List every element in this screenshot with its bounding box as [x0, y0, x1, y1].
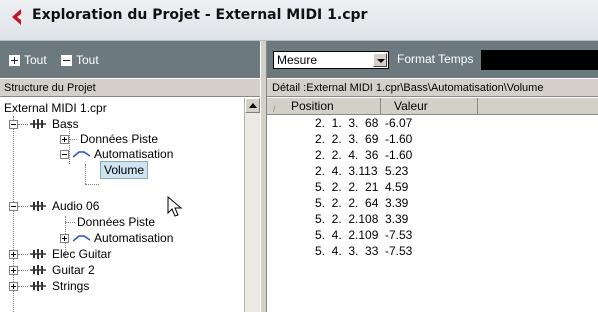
automation-icon [73, 235, 90, 242]
row-value: -6.07 [385, 116, 413, 130]
structure-panel: Tout Tout Structure du Projet External M… [0, 41, 265, 312]
scroll-up-button[interactable] [245, 98, 260, 113]
expand-all-label: Tout [24, 53, 47, 67]
table-row[interactable]: 2. 4. 3.113 5.23 [267, 163, 598, 179]
tree-item-elec-guitar[interactable]: Elec Guitar [52, 246, 111, 262]
display-format-value: Mesure [277, 53, 318, 67]
automation-icon [73, 151, 90, 158]
table-row[interactable]: 5. 2. 2. 64 3.39 [267, 195, 598, 211]
row-position: 5. 2. 2. 64 [315, 196, 379, 210]
collapse-all-label: Tout [76, 53, 99, 67]
table-row[interactable]: 2. 2. 3. 69 -1.60 [267, 131, 598, 147]
tree-root[interactable]: External MIDI 1.cpr [4, 100, 107, 116]
column-value-label: Valeur [394, 99, 428, 113]
row-value: 4.59 [385, 180, 409, 194]
row-value: -1.60 [385, 132, 413, 146]
tree-item-track-data[interactable]: Données Piste [80, 131, 158, 147]
collapse-audio-icon[interactable] [9, 202, 18, 211]
column-value[interactable]: Valeur [381, 98, 478, 114]
app-logo-icon [12, 9, 21, 25]
row-position: 2. 2. 4. 36 [315, 148, 379, 162]
project-tree: External MIDI 1.cpr Bass Données Piste A… [0, 98, 244, 312]
row-position: 2. 2. 3. 69 [315, 132, 379, 146]
plus-box-icon [9, 54, 20, 66]
row-value: -7.53 [385, 228, 413, 242]
collapse-all-button[interactable]: Tout [61, 53, 99, 67]
detail-path: Détail :External MIDI 1.cpr\Bass\Automat… [267, 79, 598, 97]
panel-splitter[interactable] [260, 41, 267, 312]
row-position: 5. 4. 2.109 [315, 228, 379, 242]
row-position: 5. 2. 2. 21 [315, 180, 379, 194]
expand-guitar-2-icon[interactable] [9, 266, 18, 275]
table-row[interactable]: 2. 2. 4. 36 -1.60 [267, 147, 598, 163]
track-icon [30, 281, 46, 291]
table-row[interactable]: 2. 1. 3. 68 -6.07 [267, 115, 598, 131]
chevron-down-icon[interactable] [373, 53, 387, 67]
row-value: -7.53 [385, 244, 413, 258]
expand-elec-guitar-icon[interactable] [9, 250, 18, 259]
track-icon [30, 249, 46, 259]
table-header: / Position Valeur [267, 98, 598, 115]
display-format-select[interactable]: Mesure [273, 51, 389, 69]
expand-all-button[interactable]: Tout [9, 53, 47, 67]
tree-item-bass[interactable]: Bass [52, 116, 79, 132]
detail-toolbar: Mesure Format Temps [267, 41, 598, 78]
tree-item-track-data-2[interactable]: Données Piste [77, 214, 155, 230]
collapse-bass-icon[interactable] [9, 120, 18, 129]
window-title: Exploration du Projet - External MIDI 1.… [32, 7, 368, 23]
time-format-label: Format Temps [397, 52, 474, 66]
tree-item-guitar-2[interactable]: Guitar 2 [52, 262, 95, 278]
table-row[interactable]: 5. 2. 2.108 3.39 [267, 211, 598, 227]
table-row[interactable]: 5. 4. 3. 33 -7.53 [267, 243, 598, 259]
row-value: 3.39 [385, 196, 409, 210]
expand-track-data-icon[interactable] [60, 135, 69, 144]
title-bar: Exploration du Projet - External MIDI 1.… [0, 0, 598, 41]
row-position: 5. 2. 2.108 [315, 212, 379, 226]
track-icon [30, 201, 46, 211]
row-value: 5.23 [385, 164, 409, 178]
detail-panel: Mesure Format Temps Détail :External MID… [267, 41, 598, 312]
minus-box-icon [61, 54, 72, 66]
tree-item-volume[interactable]: Volume [100, 161, 149, 179]
track-icon [30, 119, 46, 129]
tree-item-automation-2[interactable]: Automatisation [94, 230, 173, 246]
table-row[interactable]: 5. 4. 2.109 -7.53 [267, 227, 598, 243]
time-format-field[interactable] [481, 50, 598, 70]
expand-automation-2-icon[interactable] [60, 234, 69, 243]
mouse-cursor-icon [167, 196, 183, 217]
row-position: 2. 1. 3. 68 [315, 116, 379, 130]
structure-header: Structure du Projet [0, 79, 265, 97]
row-value: -1.60 [385, 148, 413, 162]
structure-toolbar: Tout Tout [0, 41, 265, 78]
track-icon [30, 265, 46, 275]
table-row[interactable]: 5. 2. 2. 21 4.59 [267, 179, 598, 195]
column-position[interactable]: / Position [267, 98, 381, 114]
column-position-label: Position [291, 99, 334, 113]
tree-scrollbar[interactable] [244, 98, 261, 312]
row-position: 5. 4. 3. 33 [315, 244, 379, 258]
collapse-automation-icon[interactable] [60, 150, 69, 159]
tree-item-audio-06[interactable]: Audio 06 [52, 198, 99, 214]
row-value: 3.39 [385, 212, 409, 226]
expand-strings-icon[interactable] [9, 282, 18, 291]
tree-item-automation[interactable]: Automatisation [94, 146, 173, 162]
tree-item-strings[interactable]: Strings [52, 278, 89, 294]
project-browser-window: Exploration du Projet - External MIDI 1.… [0, 0, 598, 312]
row-position: 2. 4. 3.113 [315, 164, 378, 178]
